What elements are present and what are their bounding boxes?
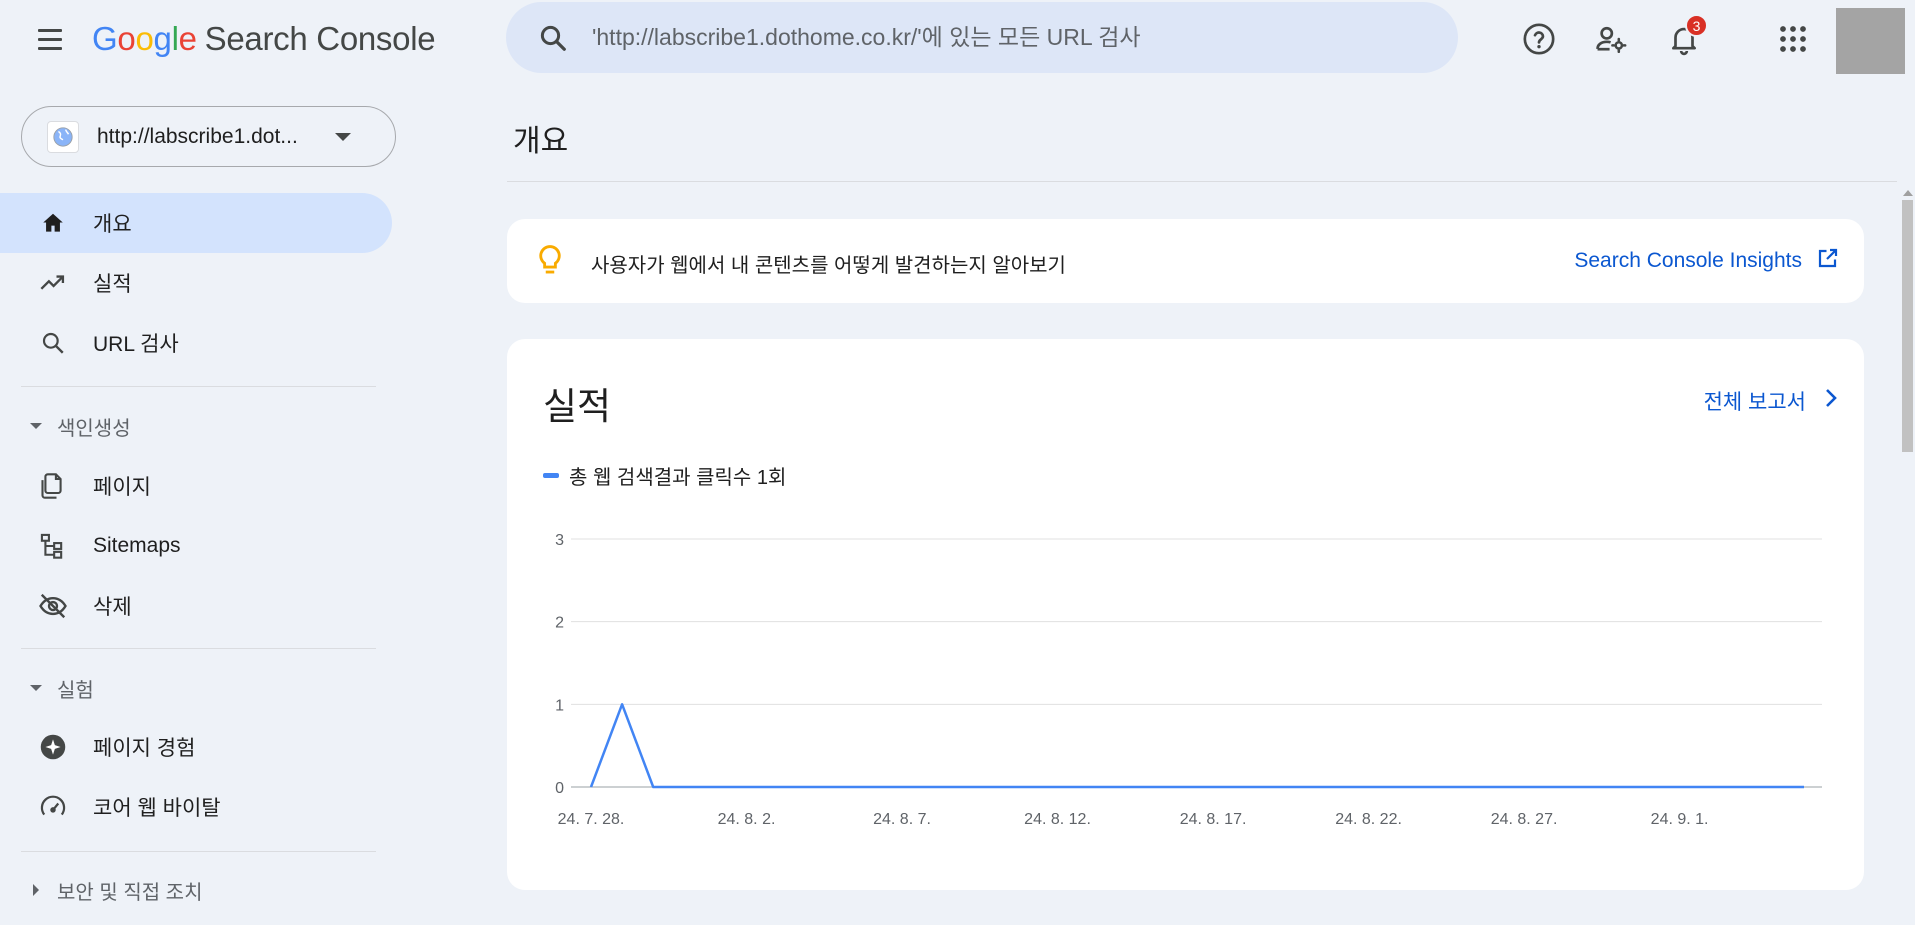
help-icon[interactable] — [1518, 18, 1560, 60]
top-app-bar: GoogleSearch Console 3 — [0, 0, 1915, 78]
sidebar-item-label: 삭제 — [93, 596, 132, 619]
caret-right-icon — [33, 884, 39, 896]
product-name: Search Console — [204, 20, 436, 57]
google-letter: e — [178, 20, 197, 57]
notifications-icon[interactable]: 3 — [1663, 14, 1708, 60]
url-inspection-search-bar[interactable] — [506, 2, 1458, 73]
sidebar-item-pages[interactable]: 페이지 — [0, 456, 392, 516]
sidebar-item-label: 코어 웹 바이탈 — [93, 797, 221, 820]
sidebar-item-overview[interactable]: 개요 — [0, 193, 392, 253]
title-divider — [507, 181, 1897, 182]
main-menu-button[interactable] — [30, 22, 70, 56]
scrollbar-thumb[interactable] — [1902, 200, 1913, 452]
lightbulb-icon — [533, 243, 567, 277]
open-in-new-icon — [1816, 246, 1840, 276]
sitemap-icon — [38, 531, 68, 561]
sidebar-item-label: URL 검사 — [93, 333, 179, 356]
x-tick-label: 24. 8. 22. — [1335, 811, 1402, 828]
search-console-insights-link[interactable]: Search Console Insights — [1574, 246, 1840, 276]
performance-card: 실적 전체 보고서 총 웹 검색결과 클릭수 1회 0 1 2 3 24. 7. 28.… — [507, 339, 1864, 890]
page-experience-icon — [38, 732, 68, 762]
sidebar-item-url-inspection[interactable]: URL 검사 — [0, 313, 392, 373]
page-title: 개요 — [513, 125, 569, 158]
hamburger-line — [38, 46, 62, 50]
sidebar-item-page-experience[interactable]: 페이지 경험 — [0, 717, 392, 777]
google-letter: l — [171, 20, 179, 57]
caret-down-icon — [30, 685, 42, 691]
section-indexing-header[interactable]: 색인생성 — [0, 406, 392, 446]
search-icon — [38, 328, 68, 358]
y-tick-label: 1 — [555, 697, 564, 714]
caret-down-icon — [30, 423, 42, 429]
section-label: 실험 — [57, 679, 94, 702]
y-tick-label: 2 — [555, 615, 564, 632]
apps-grid-icon[interactable] — [1772, 18, 1814, 60]
x-tick-label: 24. 8. 27. — [1491, 811, 1558, 828]
y-tick-label: 3 — [555, 532, 564, 549]
x-tick-label: 24. 8. 7. — [873, 811, 931, 828]
x-tick-label: 24. 8. 12. — [1024, 811, 1091, 828]
globe-icon — [47, 120, 79, 153]
sidebar-item-core-web-vitals[interactable]: 코어 웹 바이탈 — [0, 777, 392, 837]
google-letter: G — [92, 20, 118, 57]
sidebar-item-label: 페이지 — [93, 476, 151, 499]
section-security-header[interactable]: 보안 및 직접 조치 — [0, 870, 392, 910]
clicks-line-chart: 0 1 2 3 24. 7. 28. 24. 8. 2. 24. 8. 7. 24. 8. 1… — [555, 532, 1822, 828]
page-scrollbar[interactable] — [1900, 190, 1915, 925]
insights-link-label: Search Console Insights — [1574, 249, 1802, 272]
series-line-clicks — [589, 703, 1804, 789]
sidebar-item-label: 개요 — [93, 213, 132, 236]
section-experiments-header[interactable]: 실험 — [0, 668, 392, 708]
sidebar-item-removals[interactable]: 삭제 — [0, 576, 392, 636]
speed-gauge-icon — [38, 792, 68, 822]
x-tick-label: 24. 8. 17. — [1180, 811, 1247, 828]
sidebar-item-label: 페이지 경험 — [93, 737, 196, 760]
x-tick-label: 24. 7. 28. — [558, 811, 625, 828]
property-selector[interactable]: http://labscribe1.dot... — [21, 106, 396, 167]
sidebar-divider — [21, 648, 376, 649]
y-tick-label: 0 — [555, 780, 564, 797]
sidebar-item-label: Sitemaps — [93, 534, 181, 557]
google-letter: o — [117, 20, 136, 57]
search-console-logo[interactable]: Google Search Console — [92, 20, 436, 58]
trending-up-icon — [38, 268, 68, 298]
hamburger-line — [38, 37, 62, 41]
google-letter: o — [135, 20, 154, 57]
home-icon — [38, 208, 68, 238]
notification-count-badge: 3 — [1685, 14, 1708, 37]
url-inspection-input[interactable] — [592, 24, 1392, 51]
hamburger-line — [38, 28, 62, 32]
account-avatar[interactable] — [1836, 8, 1905, 74]
sidebar-divider — [21, 851, 376, 852]
x-tick-label: 24. 8. 2. — [718, 811, 776, 828]
manage-users-icon[interactable] — [1590, 18, 1632, 60]
x-tick-label: 24. 9. 1. — [1651, 811, 1709, 828]
sidebar-item-sitemaps[interactable]: Sitemaps — [0, 516, 392, 576]
pages-icon — [38, 471, 68, 501]
google-wordmark: Google — [92, 20, 197, 57]
sidebar-item-performance[interactable]: 실적 — [0, 253, 392, 313]
insights-card: 사용자가 웹에서 내 콘텐츠를 어떻게 발견하는지 알아보기 Search Co… — [507, 219, 1864, 303]
scroll-up-arrow[interactable] — [1903, 190, 1913, 196]
insights-description: 사용자가 웹에서 내 콘텐츠를 어떻게 발견하는지 알아보기 — [591, 255, 1066, 277]
section-label: 보안 및 직접 조치 — [57, 881, 203, 904]
sidebar-item-label: 실적 — [93, 273, 132, 296]
visibility-off-icon — [38, 591, 68, 621]
section-label: 색인생성 — [57, 417, 131, 440]
search-icon[interactable] — [532, 17, 574, 59]
sidebar-divider — [21, 386, 376, 387]
property-label: http://labscribe1.dot... — [97, 124, 298, 148]
google-letter: g — [153, 20, 172, 57]
chevron-down-icon — [335, 132, 351, 141]
